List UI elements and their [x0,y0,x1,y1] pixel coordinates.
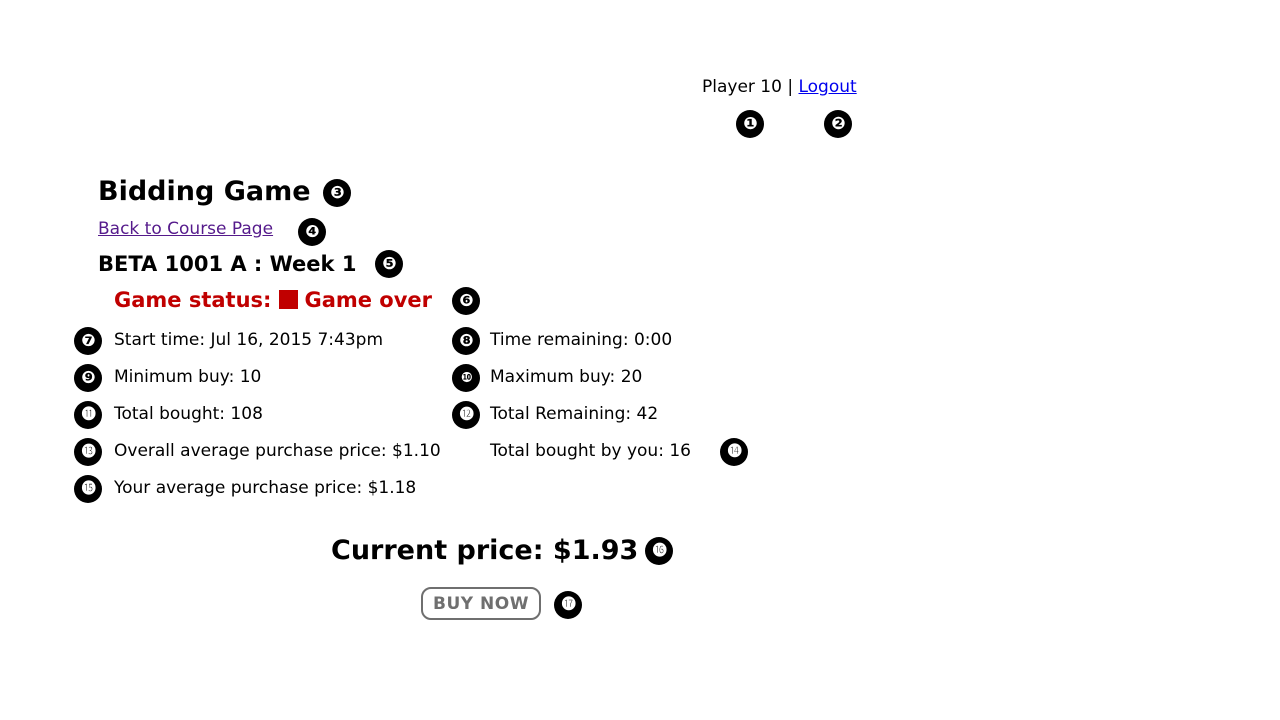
user-bar-separator: | [787,77,794,97]
start-time: Start time: Jul 16, 2015 7:43pm [114,330,384,350]
callout-4: ❹ [298,218,326,246]
callout-13: ⓭ [74,438,102,466]
page: Player 10 | Logout ❶ ❷ Bidding Game ❸ Ba… [0,0,1280,720]
user-bar: Player 10 | Logout [702,77,857,97]
callout-9: ❾ [74,364,102,392]
buy-now-button[interactable]: BUY NOW [421,587,541,620]
your-average-price: Your average purchase price: $1.18 [114,478,417,498]
stop-square-icon [279,290,299,309]
callout-1: ❶ [736,110,764,138]
back-to-course-link[interactable]: Back to Course Page [98,219,273,239]
callout-16: ⓰ [645,537,673,565]
callout-6: ❻ [452,287,480,315]
overall-average-price: Overall average purchase price: $1.10 [114,441,441,461]
minimum-buy: Minimum buy: 10 [114,367,262,387]
callout-17: ⓱ [554,591,582,619]
page-title: Bidding Game [98,176,311,207]
callout-3: ❸ [323,179,351,207]
callout-7: ❼ [74,327,102,355]
logout-link[interactable]: Logout [798,77,856,97]
callout-12: ⓬ [452,401,480,429]
game-status-value: Game over [304,288,433,312]
total-remaining: Total Remaining: 42 [490,404,659,424]
callout-5: ❺ [375,250,403,278]
callout-8: ❽ [452,327,480,355]
maximum-buy: Maximum buy: 20 [490,367,643,387]
course-title: BETA 1001 A : Week 1 [98,252,357,276]
callout-11: ⓫ [74,401,102,429]
player-name: Player 10 [702,77,782,97]
total-bought-by-you: Total bought by you: 16 [490,441,691,461]
callout-2: ❷ [824,110,852,138]
game-status-label: Game status: [114,288,272,312]
callout-10: ❿ [452,364,480,392]
current-price: Current price: $1.93 [331,535,639,566]
game-status: Game status: Game over [114,288,432,312]
time-remaining: Time remaining: 0:00 [490,330,673,350]
total-bought: Total bought: 108 [114,404,263,424]
callout-15: ⓯ [74,475,102,503]
callout-14: ⓮ [720,438,748,466]
